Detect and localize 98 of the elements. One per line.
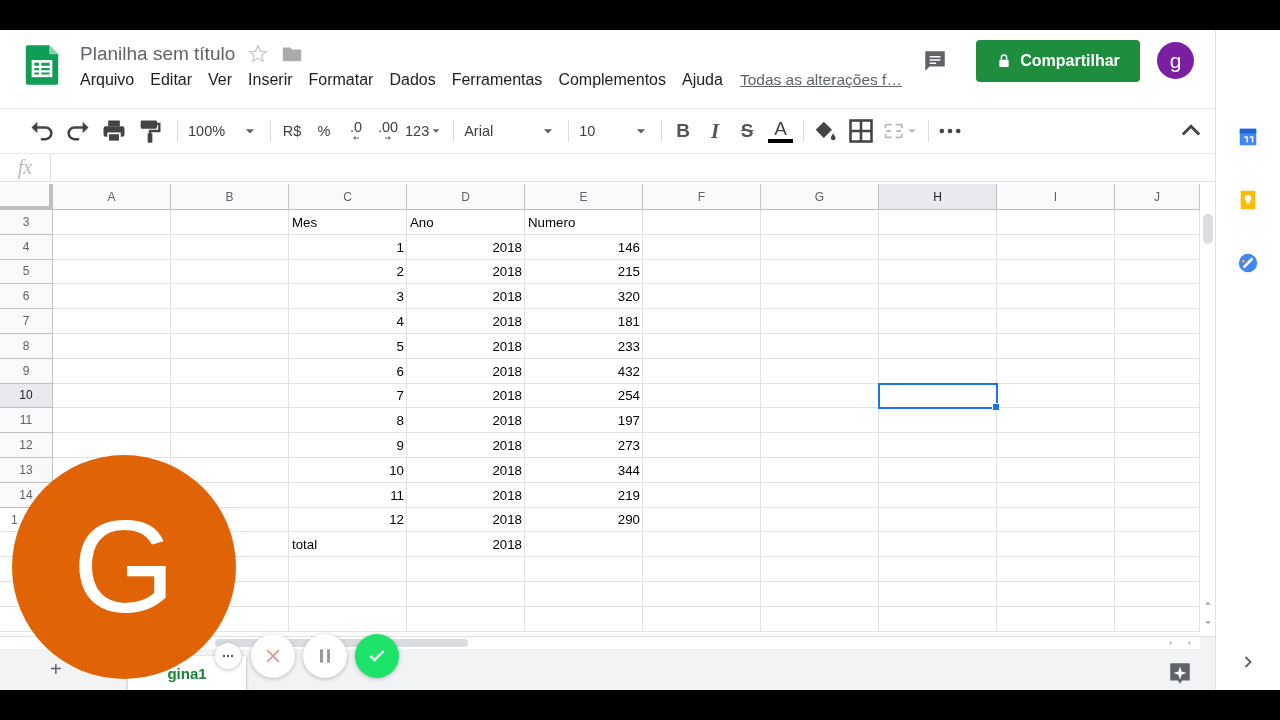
text-color-button[interactable]: A: [765, 116, 797, 146]
row-header[interactable]: 5: [0, 259, 53, 285]
column-header[interactable]: C: [289, 184, 407, 210]
table-cell-text: 2018: [491, 238, 523, 257]
bold-button[interactable]: B: [669, 116, 698, 146]
table-cell-text: 2018: [491, 486, 523, 505]
table-cell-text: 432: [616, 362, 641, 381]
column-header[interactable]: I: [997, 184, 1115, 210]
table-cell-text: Numero: [527, 213, 577, 232]
right-arrow-icon: [382, 134, 394, 142]
table-cell-text: 2018: [491, 461, 523, 480]
table-cell-text: Ano: [409, 213, 435, 232]
table-cell-text: 344: [616, 461, 641, 480]
font-size-dropdown[interactable]: 10: [576, 116, 655, 146]
increase-decimal-button[interactable]: .00: [374, 116, 402, 146]
menu-item[interactable]: Complementos: [550, 69, 674, 91]
percent-button[interactable]: %: [310, 116, 338, 146]
row-header[interactable]: 12: [0, 433, 53, 458]
table-cell-text: 2018: [491, 536, 523, 555]
menu-item[interactable]: Ferramentas: [443, 69, 551, 91]
table-cell-text: 233: [616, 337, 641, 356]
table-cell-text: 273: [616, 437, 641, 456]
table-cell-text: 197: [616, 412, 641, 431]
column-header[interactable]: D: [407, 184, 525, 210]
left-arrow-icon: [350, 134, 362, 142]
row-header[interactable]: 4: [0, 234, 53, 260]
table-cell-text: 2018: [491, 362, 523, 381]
decrease-decimal-button[interactable]: .0: [342, 116, 370, 146]
sheets-logo-icon[interactable]: [24, 43, 60, 87]
font-dropdown[interactable]: Arial: [461, 116, 562, 146]
table-cell-text: 146: [616, 238, 641, 257]
cell-selection[interactable]: [878, 382, 998, 410]
number-format-dropdown[interactable]: 123: [402, 116, 447, 146]
strikethrough-button[interactable]: S: [733, 116, 762, 146]
table-cell-text: 1: [395, 238, 405, 257]
menu-item[interactable]: Ajuda: [674, 69, 731, 91]
table-cell-text: 3: [395, 288, 405, 307]
table-cell-text: 2018: [491, 511, 523, 530]
document-title[interactable]: Planilha sem título: [80, 43, 236, 65]
row-header[interactable]: 6: [0, 284, 53, 310]
row-header[interactable]: 10: [0, 383, 53, 409]
column-header[interactable]: E: [525, 184, 643, 210]
menu-item[interactable]: Editar: [142, 69, 201, 91]
column-header[interactable]: G: [761, 184, 879, 210]
add-sheet-button[interactable]: +: [50, 660, 62, 678]
column-header[interactable]: A: [53, 184, 171, 210]
explore-icon[interactable]: [1167, 660, 1193, 686]
star-icon[interactable]: [247, 43, 270, 65]
table-cell-text: 320: [616, 288, 641, 307]
italic-button[interactable]: I: [701, 116, 730, 146]
table-cell-text: 7: [395, 387, 405, 406]
table-cell-text: 8: [395, 412, 405, 431]
column-header[interactable]: H: [879, 184, 997, 210]
table-cell-text: 2018: [491, 337, 523, 356]
table-cell-text: 290: [616, 511, 641, 530]
menu-item[interactable]: Arquivo: [72, 69, 143, 91]
row-header[interactable]: 11: [0, 408, 53, 434]
column-header[interactable]: F: [643, 184, 761, 210]
row-header[interactable]: 7: [0, 309, 53, 334]
table-cell-text: 2018: [491, 412, 523, 431]
table-cell-text: 9: [395, 437, 405, 456]
table-cell-text: 5: [395, 337, 405, 356]
table-cell-text: 215: [616, 263, 641, 282]
menu-item[interactable]: Ver: [200, 69, 241, 91]
table-cell-text: 6: [395, 362, 405, 381]
table-cell-text: total: [291, 536, 319, 555]
share-button[interactable]: Compartilhar: [976, 39, 1140, 82]
currency-button[interactable]: R$: [278, 116, 306, 146]
table-cell-text: 2018: [491, 437, 523, 456]
table-cell-text: 2018: [491, 313, 523, 332]
table-cell-text: 2018: [491, 288, 523, 307]
row-header[interactable]: 9: [0, 358, 53, 384]
menu-item[interactable]: Formatar: [300, 69, 382, 91]
table-cell-text: 2018: [491, 387, 523, 406]
zoom-dropdown[interactable]: 100%: [185, 116, 263, 146]
row-header[interactable]: 13: [0, 457, 53, 483]
row-header[interactable]: 8: [0, 334, 53, 359]
menu-item[interactable]: Inserir: [240, 69, 301, 91]
borders-icon[interactable]: [847, 116, 876, 146]
table-cell-text: 12: [388, 511, 405, 530]
column-header[interactable]: J: [1115, 184, 1200, 210]
table-cell-text: 181: [616, 313, 641, 332]
table-cell-text: 10: [388, 461, 405, 480]
row-header[interactable]: 3: [0, 210, 53, 235]
formula-label: fx: [16, 156, 34, 179]
column-header[interactable]: B: [171, 184, 289, 210]
table-cell-text: 2018: [491, 263, 523, 282]
table-cell-text: 254: [616, 387, 641, 406]
save-status-link[interactable]: Todas as alterações f…: [739, 71, 902, 89]
menu-item[interactable]: Dados: [381, 69, 444, 91]
table-cell-text: 11: [389, 486, 405, 505]
table-cell-text: 219: [616, 486, 641, 505]
table-cell-text: 2: [395, 263, 405, 282]
calendar-icon[interactable]: [1237, 126, 1259, 148]
table-cell-text: 4: [395, 313, 405, 332]
account-avatar[interactable]: g: [1157, 42, 1194, 79]
table-cell-text: Mes: [291, 213, 319, 232]
tasks-icon[interactable]: [1237, 252, 1259, 274]
